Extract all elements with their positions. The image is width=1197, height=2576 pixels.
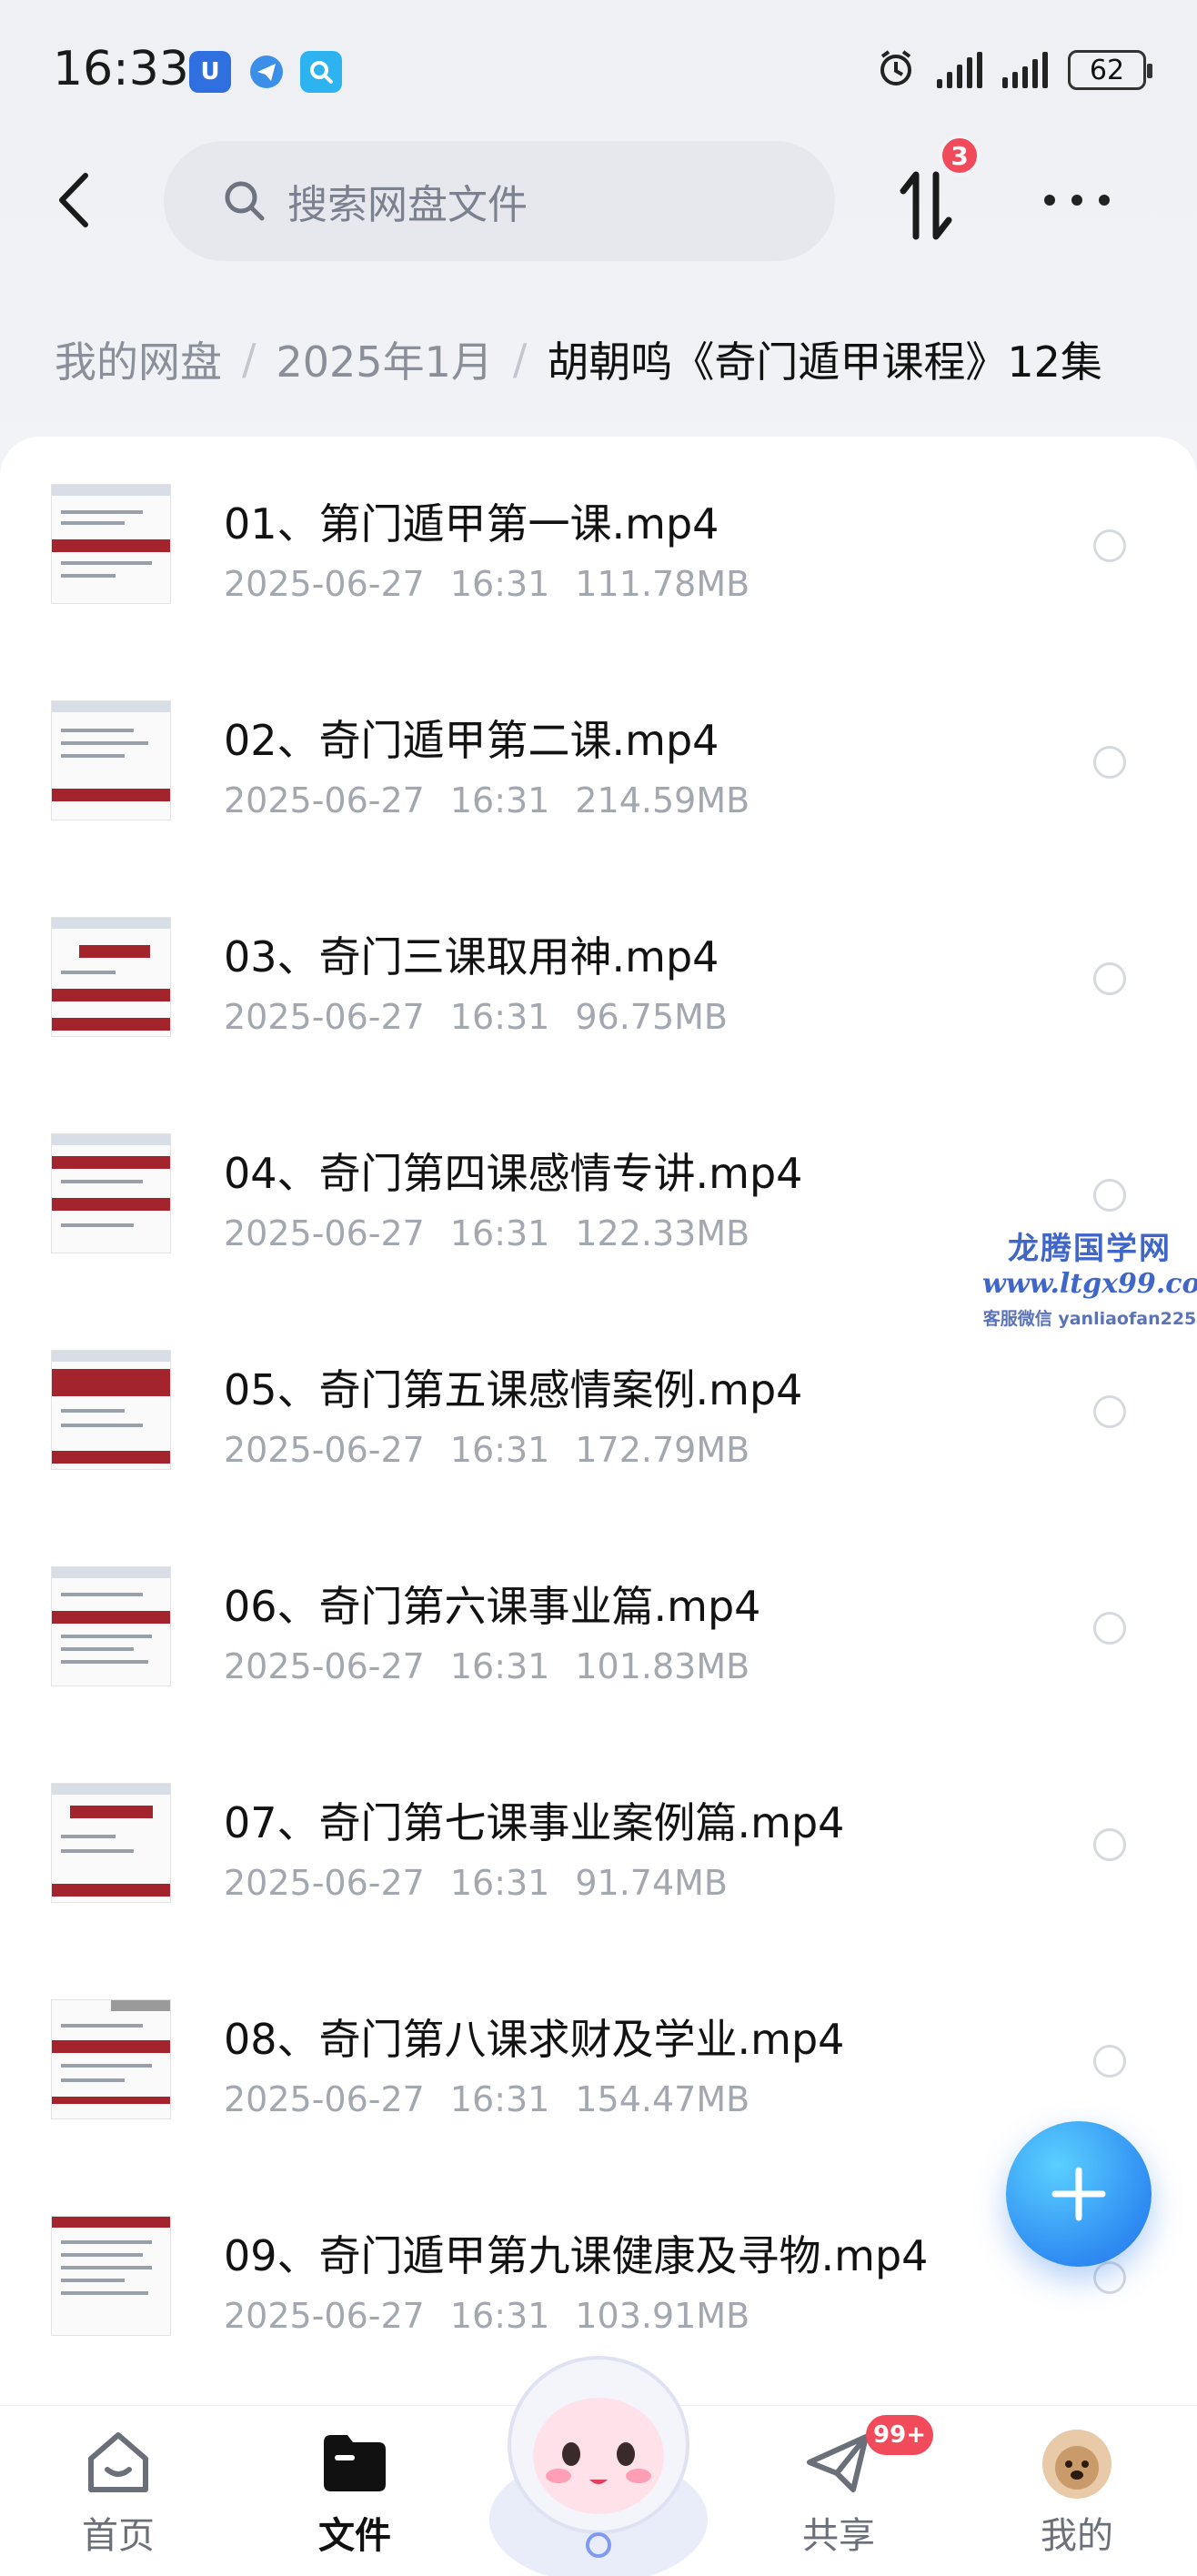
watermark-url: www.ltgx99.com: [982, 1268, 1197, 1300]
status-bar: 16:33 U 62: [0, 0, 1197, 136]
avatar: [1042, 2430, 1112, 2499]
file-meta: 2025-06-27 16:31 154.47MB: [224, 2079, 750, 2119]
paper-plane-icon: [807, 2434, 869, 2492]
file-name: 06、奇门第六课事业篇.mp4: [224, 1582, 761, 1631]
status-time: 16:33: [53, 42, 189, 96]
video-thumbnail: [51, 1783, 171, 1903]
battery-icon: 62: [1068, 50, 1152, 90]
video-thumbnail: [51, 917, 171, 1037]
select-checkbox[interactable]: [1093, 1828, 1126, 1861]
file-list: 01、第门遁甲第一课.mp4 2025-06-27 16:31 111.78MB 0…: [0, 437, 1197, 2405]
app-send-icon: [246, 51, 287, 93]
video-thumbnail: [51, 1350, 171, 1470]
app-u-icon: U: [189, 51, 231, 93]
file-meta: 2025-06-27 16:31 91.74MB: [224, 1863, 729, 1903]
more-dot: [1044, 195, 1055, 206]
more-dot: [1071, 195, 1082, 206]
file-row[interactable]: 07、奇门第七课事业案例篇.mp4 2025-06-27 16:31 91.74MB: [0, 1736, 1197, 1952]
file-meta: 2025-06-27 16:31 214.59MB: [224, 780, 750, 820]
mascot-center-button[interactable]: [484, 2338, 713, 2576]
mascot-icon: [489, 2356, 708, 2576]
watermark-title: 龙腾国学网: [1008, 1231, 1172, 1267]
file-row[interactable]: 06、奇门第六课事业篇.mp4 2025-06-27 16:31 101.83MB: [0, 1519, 1197, 1736]
watermark-contact: 客服微信 yanliaofan225: [982, 1309, 1197, 1329]
transfer-arrows-icon: [900, 171, 952, 240]
file-row[interactable]: 08、奇门第八课求财及学业.mp4 2025-06-27 16:31 154.47M…: [0, 1952, 1197, 2168]
file-name: 09、奇门遁甲第九课健康及寻物.mp4: [224, 2231, 929, 2280]
folder-icon: [324, 2435, 386, 2491]
search-placeholder: 搜索网盘文件: [287, 182, 528, 228]
nav-label: 首页: [82, 2515, 155, 2557]
file-name: 02、奇门遁甲第二课.mp4: [224, 716, 719, 765]
breadcrumb-item-current: 胡朝鸣《奇门遁甲课程》12集: [547, 337, 1102, 387]
file-row[interactable]: 05、奇门第五课感情案例.mp4 2025-06-27 16:31 172.79MB: [0, 1303, 1197, 1519]
home-icon: [88, 2432, 148, 2492]
back-button[interactable]: [45, 164, 100, 236]
file-meta: 2025-06-27 16:31 122.33MB: [224, 1213, 750, 1253]
file-name: 04、奇门第四课感情专讲.mp4: [224, 1149, 803, 1198]
select-checkbox[interactable]: [1093, 2261, 1126, 2294]
plus-icon: [1051, 2167, 1106, 2221]
breadcrumb-item-folder[interactable]: 2025年1月: [277, 329, 493, 389]
alarm-icon: [875, 47, 917, 93]
add-button[interactable]: [1006, 2121, 1152, 2267]
search-icon: [225, 181, 265, 221]
select-checkbox[interactable]: [1093, 1395, 1126, 1428]
select-checkbox[interactable]: [1093, 529, 1126, 562]
nav-item-share[interactable]: 99+ 共享: [748, 2406, 933, 2576]
transfer-list-button[interactable]: 3: [896, 135, 981, 246]
select-checkbox[interactable]: [1093, 746, 1126, 779]
more-menu-button[interactable]: [1044, 177, 1110, 223]
file-meta: 2025-06-27 16:31 172.79MB: [224, 1430, 750, 1470]
video-thumbnail: [51, 1999, 171, 2119]
video-thumbnail: [51, 700, 171, 820]
breadcrumb: 我的网盘 / 2025年1月 / 胡朝鸣《奇门遁甲课程》12集: [55, 329, 1102, 389]
breadcrumb-item-root[interactable]: 我的网盘: [55, 329, 222, 389]
file-row[interactable]: 03、奇门三课取用神.mp4 2025-06-27 16:31 96.75MB: [0, 870, 1197, 1086]
video-thumbnail: [51, 1133, 171, 1253]
signal-icon: [937, 52, 982, 88]
video-thumbnail: [51, 484, 171, 604]
file-row[interactable]: 01、第门遁甲第一课.mp4 2025-06-27 16:31 111.78MB: [0, 437, 1197, 653]
file-meta: 2025-06-27 16:31 111.78MB: [224, 564, 750, 604]
file-name: 08、奇门第八课求财及学业.mp4: [224, 2015, 845, 2064]
nav-label: 我的: [1041, 2515, 1113, 2557]
select-checkbox[interactable]: [1093, 2045, 1126, 2078]
signal-data-icon: [1002, 52, 1048, 88]
file-name: 07、奇门第七课事业案例篇.mp4: [224, 1798, 845, 1847]
more-dot: [1099, 195, 1110, 206]
file-meta: 2025-06-27 16:31 101.83MB: [224, 1646, 750, 1686]
transfer-badge: 3: [939, 135, 981, 176]
share-badge: 99+: [866, 2415, 933, 2455]
select-checkbox[interactable]: [1093, 962, 1126, 995]
video-thumbnail: [51, 2216, 171, 2336]
breadcrumb-separator: /: [512, 335, 528, 384]
video-thumbnail: [51, 1566, 171, 1686]
nav-label: 共享: [802, 2515, 875, 2557]
file-row[interactable]: 02、奇门遁甲第二课.mp4 2025-06-27 16:31 214.59MB: [0, 653, 1197, 870]
nav-item-files[interactable]: 文件: [264, 2406, 446, 2576]
file-meta: 2025-06-27 16:31 103.91MB: [224, 2296, 750, 2336]
nav-item-profile[interactable]: 我的: [986, 2406, 1168, 2576]
file-meta: 2025-06-27 16:31 96.75MB: [224, 997, 729, 1037]
file-name: 03、奇门三课取用神.mp4: [224, 932, 719, 981]
file-name: 05、奇门第五课感情案例.mp4: [224, 1365, 803, 1414]
watermark: 龙腾国学网 www.ltgx99.com 客服微信 yanliaofan225: [982, 1223, 1197, 1330]
chevron-left-icon: [59, 173, 88, 227]
nav-label: 文件: [318, 2515, 391, 2557]
select-checkbox[interactable]: [1093, 1179, 1126, 1212]
nav-item-home[interactable]: 首页: [27, 2406, 209, 2576]
breadcrumb-separator: /: [242, 335, 256, 384]
search-input[interactable]: 搜索网盘文件: [164, 141, 835, 261]
file-name: 01、第门遁甲第一课.mp4: [224, 499, 719, 548]
select-checkbox[interactable]: [1093, 1612, 1126, 1645]
app-search-icon: [300, 51, 342, 93]
